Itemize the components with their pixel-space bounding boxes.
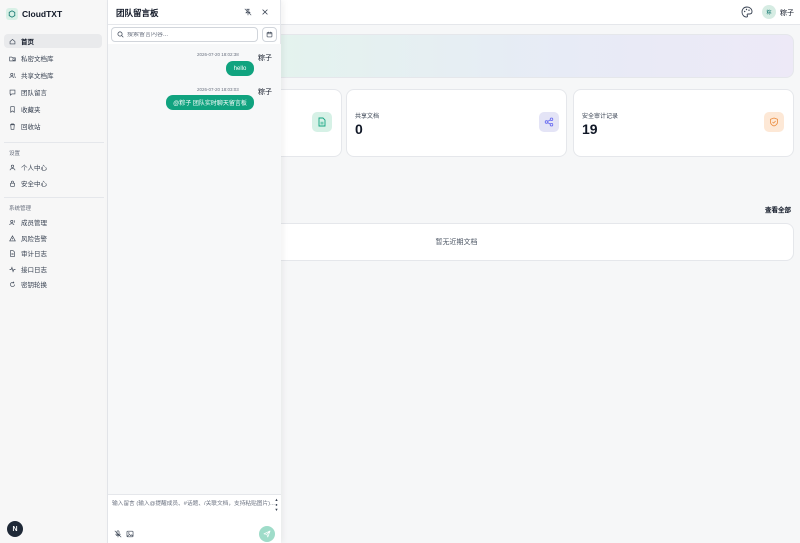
empty-text: 暂无近期文档	[435, 239, 478, 246]
brand[interactable]: CloudTXT	[6, 7, 62, 21]
folder-lock-icon	[9, 56, 16, 61]
message-search[interactable]	[111, 27, 258, 42]
share-icon	[539, 112, 559, 132]
sidebar-item-label: 共享文档库	[21, 73, 54, 80]
recent-docs-empty: 暂无近期文档	[280, 223, 794, 261]
palette-icon[interactable]	[741, 6, 753, 18]
sidebar-item-shared-docs[interactable]: 共享文档库	[4, 68, 102, 82]
sidebar-item-label: 接口日志	[21, 267, 47, 274]
hexagon-icon	[6, 8, 18, 20]
next-dev-badge[interactable]: N	[7, 521, 23, 537]
sidebar-divider	[4, 142, 104, 143]
sidebar-item-private-docs[interactable]: 私密文档库	[4, 51, 102, 65]
home-icon	[9, 38, 16, 44]
panel-divider	[108, 24, 281, 25]
send-button[interactable]	[259, 526, 275, 542]
lock-icon	[10, 180, 15, 187]
message-board-panel: 团队留言板 2026-07-20 18:02:38 粽子 hello 2026-…	[108, 0, 281, 543]
view-all-link[interactable]: 查看全部	[765, 204, 791, 214]
send-icon	[263, 530, 271, 538]
stat-value: 19	[582, 121, 598, 137]
activity-icon	[9, 265, 16, 273]
top-bar: 粽 粽子	[280, 0, 800, 25]
panel-title: 团队留言板	[116, 8, 159, 18]
sidebar-item-label: 审计日志	[21, 251, 47, 258]
username[interactable]: 粽子	[780, 8, 794, 18]
message-time: 2026-07-20 18:02:38	[197, 52, 239, 57]
message-composer: ▲●▼	[108, 494, 281, 543]
message-author: 粽子	[258, 89, 272, 96]
app-name: CloudTXT	[22, 9, 63, 19]
sidebar-item-label: 风险告警	[21, 236, 47, 243]
sidebar-item-label: 收藏夹	[21, 107, 41, 114]
sidebar: CloudTXT 首页 私密文档库 共享文档库 团队留言 收藏夹 回收站 设置 …	[0, 0, 108, 543]
sidebar-item-favorites[interactable]: 收藏夹	[4, 102, 102, 116]
message-time: 2026-07-20 18:03:03	[197, 87, 239, 92]
sidebar-item-label: 个人中心	[21, 165, 47, 172]
welcome-banner	[280, 34, 794, 78]
calendar-icon	[266, 31, 273, 38]
stat-card-audit-records[interactable]: 安全审计记录 19	[573, 89, 794, 157]
textarea-scrollbar[interactable]: ▲ ● ▼	[274, 497, 279, 512]
sidebar-item-label: 首页	[21, 39, 34, 46]
sidebar-section-settings: 设置	[9, 151, 21, 157]
close-icon[interactable]	[261, 8, 269, 16]
search-input[interactable]	[127, 31, 255, 38]
user-icon	[9, 164, 16, 170]
unpin-icon[interactable]	[244, 8, 252, 16]
avatar[interactable]: 粽	[762, 5, 776, 19]
file-text-icon	[10, 249, 15, 257]
shield-check-icon	[764, 112, 784, 132]
sidebar-item-label: 安全中心	[21, 181, 47, 188]
stat-card-shared-docs[interactable]: 共享文档 0	[346, 89, 567, 157]
message-input[interactable]	[112, 500, 275, 524]
image-icon[interactable]	[126, 530, 134, 538]
stat-value: 0	[355, 121, 363, 137]
users-icon	[9, 72, 16, 78]
sidebar-item-label: 成员管理	[21, 220, 47, 227]
sidebar-item-label: 回收站	[21, 124, 41, 131]
rotate-icon	[10, 281, 15, 287]
alert-icon	[9, 234, 16, 241]
message-icon	[9, 89, 16, 96]
sidebar-item-label: 密钥轮换	[21, 282, 47, 289]
search-icon	[117, 31, 124, 38]
message-bubble[interactable]: hello	[226, 61, 254, 76]
mic-off-icon[interactable]	[114, 530, 122, 538]
trash-icon	[10, 123, 15, 130]
stat-label: 共享文档	[355, 114, 380, 120]
message-author: 粽子	[258, 55, 272, 62]
sidebar-item-label: 私密文档库	[21, 56, 54, 63]
stat-label: 安全审计记录	[582, 114, 619, 120]
sidebar-item-trash[interactable]: 回收站	[4, 119, 102, 133]
sidebar-item-key-rotation[interactable]: 密钥轮换	[4, 277, 102, 291]
bookmark-icon	[10, 105, 15, 113]
sidebar-item-risk-alerts[interactable]: 风险告警	[4, 231, 102, 245]
sidebar-item-security-center[interactable]: 安全中心	[4, 176, 102, 190]
users-icon	[9, 219, 15, 225]
date-filter-button[interactable]	[262, 27, 277, 42]
sidebar-item-members[interactable]: 成员管理	[4, 215, 102, 229]
sidebar-divider	[4, 197, 104, 198]
file-icon	[312, 112, 332, 132]
sidebar-item-home[interactable]: 首页	[4, 34, 102, 48]
sidebar-item-audit-logs[interactable]: 审计日志	[4, 246, 102, 260]
sidebar-section-admin: 系统管理	[9, 206, 32, 212]
message-list[interactable]: 2026-07-20 18:02:38 粽子 hello 2026-07-20 …	[108, 44, 281, 494]
message-bubble[interactable]: @粽子 团队实时聊天留言板	[166, 95, 254, 110]
sidebar-item-api-logs[interactable]: 接口日志	[4, 262, 102, 276]
sidebar-item-label: 团队留言	[21, 90, 47, 97]
sidebar-item-profile[interactable]: 个人中心	[4, 160, 102, 174]
sidebar-item-team-messages[interactable]: 团队留言	[4, 85, 102, 99]
